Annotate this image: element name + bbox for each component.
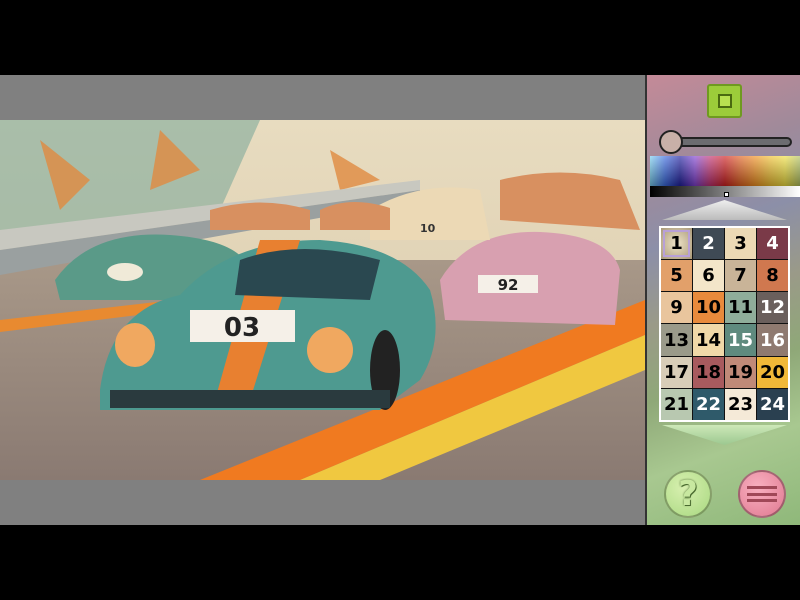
palette-color-16[interactable]: 16 [757,324,788,356]
palette-color-21[interactable]: 21 [661,388,692,420]
palette-color-5[interactable]: 5 [661,260,692,292]
palette-color-7[interactable]: 7 [725,260,756,292]
question-icon: ? [678,474,698,514]
scroll-down-arrow-icon[interactable] [662,425,787,445]
fit-to-screen-button[interactable] [707,84,742,118]
palette-color-3[interactable]: 3 [725,228,756,260]
car-number-92: 92 [498,276,519,294]
car-number-03: 03 [224,313,260,343]
scroll-up-arrow-icon[interactable] [662,200,787,220]
color-number-palette: 1 2 3 4 5 6 7 8 9 10 11 12 13 14 15 16 17 18 19 20 21 22 23 24 [659,226,790,422]
palette-color-17[interactable]: 17 [661,356,692,388]
menu-icon [747,486,777,502]
palette-color-18[interactable]: 18 [693,356,724,388]
palette-color-9[interactable]: 9 [661,292,692,324]
zoom-slider-thumb[interactable] [659,130,683,154]
palette-color-2[interactable]: 2 [693,228,724,260]
palette-color-22[interactable]: 22 [693,388,724,420]
painting[interactable]: 92 10 03 [0,120,645,480]
palette-color-23[interactable]: 23 [725,388,756,420]
palette-color-8[interactable]: 8 [757,260,788,292]
palette-color-24[interactable]: 24 [757,388,788,420]
palette-color-20[interactable]: 20 [757,356,788,388]
palette-color-6[interactable]: 6 [693,260,724,292]
palette-color-12[interactable]: 12 [757,292,788,324]
palette-color-13[interactable]: 13 [661,324,692,356]
grayscale-marker[interactable] [724,192,729,197]
palette-color-10[interactable]: 10 [693,292,724,324]
palette-color-1[interactable]: 1 [661,228,692,260]
menu-button[interactable] [738,470,786,518]
palette-color-4[interactable]: 4 [757,228,788,260]
color-spectrum[interactable] [650,156,800,186]
palette-color-11[interactable]: 11 [725,292,756,324]
palette-color-14[interactable]: 14 [693,324,724,356]
help-button[interactable]: ? [664,470,712,518]
canvas-area[interactable]: 92 10 03 [0,75,645,525]
palette-color-19[interactable]: 19 [725,356,756,388]
expand-icon [717,94,732,108]
palette-color-15[interactable]: 15 [725,324,756,356]
car-number-10: 10 [420,222,436,235]
tool-panel: 1 2 3 4 5 6 7 8 9 10 11 12 13 14 15 16 17 18 19 20 21 22 23 24 … [647,75,800,525]
